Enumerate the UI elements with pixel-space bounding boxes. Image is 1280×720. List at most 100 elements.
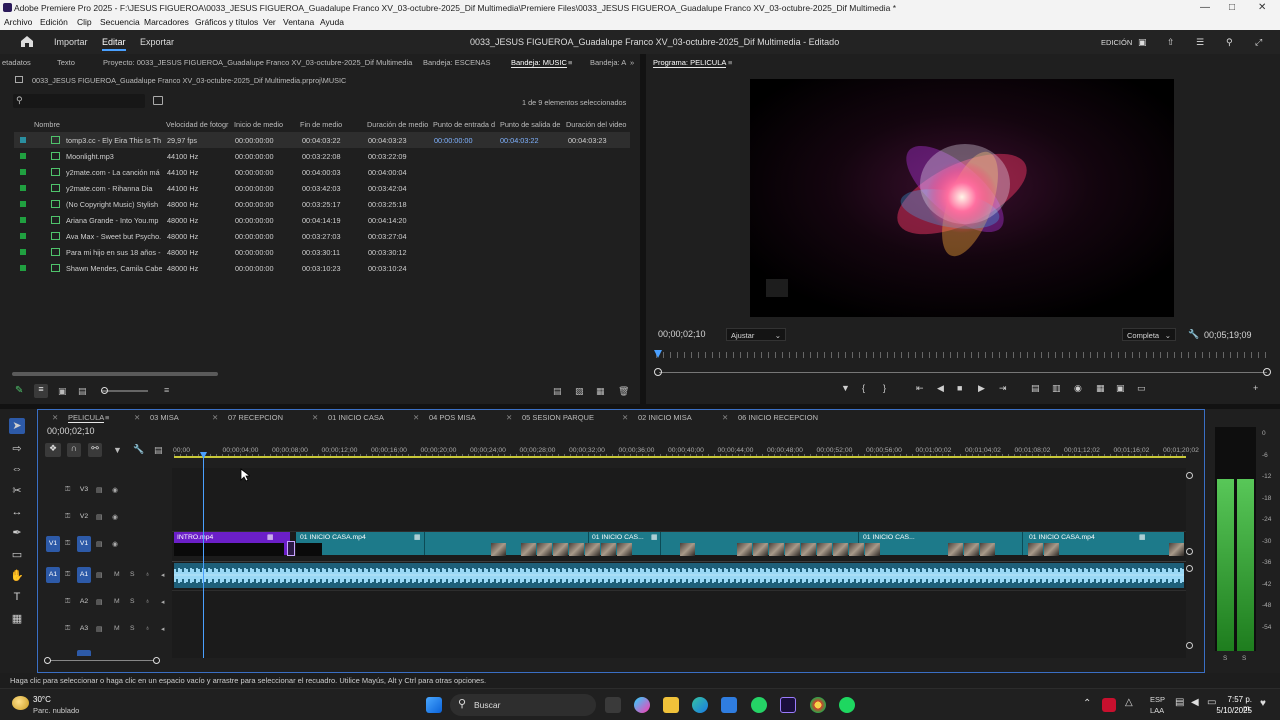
weather-icon[interactable] [12, 696, 29, 710]
program-video-frame[interactable] [750, 79, 1174, 317]
network-icon[interactable]: ▤ [1175, 697, 1184, 708]
edge-icon[interactable] [692, 697, 708, 713]
solo-button[interactable]: S [130, 571, 135, 578]
scroll-handle[interactable] [1186, 472, 1193, 479]
zoom-slider[interactable] [102, 390, 148, 392]
tab-sequence[interactable]: 03 MISA [150, 413, 179, 422]
add-marker-icon[interactable]: ▼ [113, 445, 122, 455]
extract-icon[interactable]: ▥ [1052, 383, 1061, 394]
tab-texto[interactable]: Texto [57, 58, 75, 67]
scroll-handle[interactable] [1186, 548, 1193, 555]
home-icon[interactable] [20, 35, 34, 48]
solo-left[interactable]: S [1223, 655, 1227, 662]
solo-button[interactable]: S [130, 625, 135, 632]
sync-lock-icon[interactable]: ▤ [96, 486, 102, 494]
program-ruler[interactable] [656, 352, 1270, 358]
clip-01-inicio-cas-2[interactable]: 01 INICIO CAS... [858, 532, 1022, 555]
scroll-handle[interactable] [1186, 642, 1193, 649]
linked-selection-icon[interactable]: ⚯ [88, 443, 102, 457]
lock-icon[interactable]: ⚿ [65, 625, 70, 633]
tray-chevron-icon[interactable]: ⌃ [1083, 698, 1091, 709]
track-select-tool-icon[interactable]: ⇨ [9, 441, 25, 457]
sequence-menu-icon[interactable]: ≡ [105, 413, 109, 422]
caption-tool-icon[interactable]: ▦ [9, 611, 25, 627]
workspace-panel-icon[interactable]: ▣ [1138, 37, 1147, 48]
close-tab-icon[interactable]: ✕ [312, 413, 318, 422]
rectangle-tool-icon[interactable]: ▭ [9, 547, 25, 563]
slip-tool-icon[interactable]: ↔ [9, 504, 25, 520]
mute-button[interactable]: M [114, 598, 120, 605]
zoom-handle-left[interactable] [654, 368, 662, 376]
pencil-icon[interactable]: ✎ [15, 385, 23, 396]
lang-primary[interactable]: ESP [1150, 695, 1165, 704]
new-bin-from-search-icon[interactable] [153, 96, 163, 105]
list-item[interactable]: Shawn Mendes, Camila Cabe 48000 Hz 00:00:0… [14, 260, 630, 276]
track-target-a1[interactable]: A1 [77, 567, 91, 583]
label-color-swatch[interactable] [20, 265, 26, 271]
lang-secondary[interactable]: LAA [1150, 706, 1164, 715]
lock-icon[interactable]: ⚿ [65, 540, 70, 548]
tray-app-icon[interactable]: △ [1125, 697, 1133, 708]
track-target-v3[interactable]: V3 [77, 482, 91, 498]
microphone-icon[interactable]: ♁ [145, 571, 150, 578]
list-item[interactable]: y2mate.com - Rihanna Dia 44100 Hz 00:00:00… [14, 180, 630, 196]
icon-view-icon[interactable]: ▣ [58, 386, 67, 397]
nav-importar[interactable]: Importar [54, 37, 88, 47]
close-icon[interactable]: ✕ [1258, 2, 1266, 13]
step-back-icon[interactable]: ◀ [937, 383, 944, 394]
antivirus-tray-icon[interactable] [1102, 698, 1116, 712]
sync-lock-icon[interactable]: ▤ [96, 571, 102, 579]
wrench-icon[interactable]: 🔧 [133, 444, 144, 455]
menu-ventana[interactable]: Ventana [283, 17, 314, 27]
comparison-view-icon[interactable]: ▦ [1096, 383, 1105, 394]
more-tabs-icon[interactable]: » [630, 58, 634, 67]
solo-right[interactable]: S [1242, 655, 1246, 662]
timeline-zoom-scrollbar[interactable] [47, 660, 159, 661]
close-tab-icon[interactable]: ✕ [506, 413, 512, 422]
transition-marker[interactable] [287, 541, 295, 556]
mark-out-icon[interactable]: } [883, 383, 886, 393]
go-to-in-icon[interactable]: ⇤ [916, 383, 924, 394]
tab-sequence[interactable]: 04 POS MISA [429, 413, 476, 422]
workspace-label[interactable]: EDICIÓN [1101, 38, 1132, 47]
volume-icon[interactable]: ◂ [161, 571, 164, 579]
menu-archivo[interactable]: Archivo [4, 17, 32, 27]
col-duration[interactable]: Duración de medio [367, 120, 428, 129]
zoom-slider-handle[interactable] [101, 387, 108, 394]
automate-icon[interactable]: ▤ [553, 386, 562, 397]
clock-date[interactable]: 5/10/2025 [1214, 706, 1252, 715]
volume-icon[interactable]: ◂ [161, 598, 164, 606]
whatsapp-icon[interactable] [751, 697, 767, 713]
label-color-swatch[interactable] [20, 137, 26, 143]
program-menu-icon[interactable]: ≡ [728, 58, 732, 67]
label-color-swatch[interactable] [20, 249, 26, 255]
copilot-icon[interactable] [634, 697, 650, 713]
menu-graficos[interactable]: Gráficos y títulos [195, 17, 258, 27]
ripple-edit-tool-icon[interactable]: ⇔ [9, 461, 25, 477]
file-explorer-icon[interactable] [663, 697, 679, 713]
menu-icon[interactable]: ☰ [1196, 37, 1204, 48]
maximize-icon[interactable]: □ [1229, 2, 1235, 13]
tab-sequence[interactable]: 06 INICIO RECEPCION [738, 413, 818, 422]
list-item[interactable]: Ava Max - Sweet but Psycho. 48000 Hz 00:00… [14, 228, 630, 244]
close-tab-icon[interactable]: ✕ [212, 413, 218, 422]
list-item[interactable]: y2mate.com - La canción má 44100 Hz 00:00:… [14, 164, 630, 180]
list-item[interactable]: (No Copyright Music) Stylish 48000 Hz 00:0… [14, 196, 630, 212]
project-scrollbar[interactable] [12, 372, 218, 376]
label-color-swatch[interactable] [20, 201, 26, 207]
spotify-icon[interactable] [839, 697, 855, 713]
sync-lock-icon[interactable]: ▤ [96, 598, 102, 606]
list-item[interactable]: tomp3.cc - Ely Eira This Is Th 29,97 fps 0… [14, 132, 630, 148]
trash-icon[interactable]: 🗑 [618, 386, 629, 397]
hand-tool-icon[interactable]: ✋ [9, 568, 25, 584]
volume-icon[interactable]: ◂ [161, 625, 164, 633]
stop-icon[interactable]: ■ [957, 383, 962, 393]
volume-icon[interactable]: ◀ [1191, 697, 1199, 708]
work-area-bar[interactable] [174, 456, 1186, 458]
export-frame-icon[interactable]: ◉ [1074, 383, 1082, 394]
proxy-toggle-icon[interactable]: ▣ [1116, 383, 1125, 394]
col-video-dur[interactable]: Duración del video [566, 120, 626, 129]
store-icon[interactable] [721, 697, 737, 713]
scroll-handle[interactable] [1186, 565, 1193, 572]
timeline-vertical-scroll[interactable] [1186, 472, 1193, 649]
